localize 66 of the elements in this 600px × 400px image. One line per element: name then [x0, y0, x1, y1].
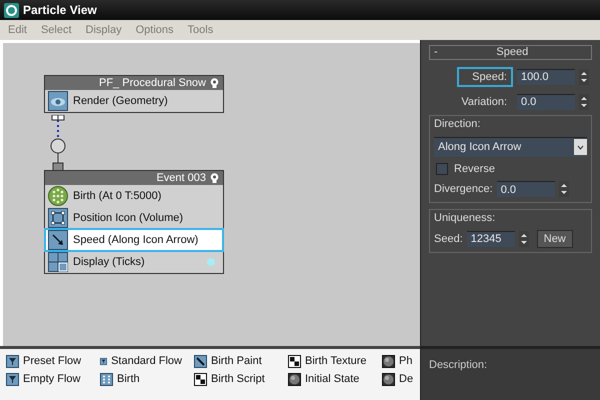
group-title: Uniqueness:: [434, 210, 496, 226]
depot-item[interactable]: Birth Paint: [194, 354, 276, 368]
funnel-icon: [6, 354, 19, 368]
number-field[interactable]: 0.0: [496, 181, 555, 198]
event-node[interactable]: Event 003 Birth (At 0 T:5000) Position Icon (Volume) Speed (Along Icon Arrow) Display (Ticks): [44, 170, 224, 274]
dotted-circle-icon: [48, 186, 68, 206]
operator-label: Render (Geometry): [73, 94, 169, 109]
field-label: Speed:: [457, 66, 513, 88]
direction-dropdown[interactable]: Along Icon Arrow: [434, 136, 587, 156]
sphere-icon: [288, 372, 301, 386]
reverse-checkbox[interactable]: [436, 162, 448, 175]
operator-item[interactable]: Speed (Along Icon Arrow): [45, 229, 223, 251]
funnel-icon: [6, 372, 19, 386]
operator-label: Birth (At 0 T:5000): [73, 188, 162, 204]
operator-label: Display (Ticks): [73, 254, 146, 270]
depot-item[interactable]: Birth Texture: [288, 354, 370, 368]
event-node[interactable]: PF_ Procedural Snow Render (Geometry): [44, 75, 224, 113]
depot-item[interactable]: Standard Flow: [100, 354, 182, 368]
eye-icon: [48, 91, 68, 111]
number-field[interactable]: 0.0: [517, 94, 575, 110]
number-field[interactable]: 12345: [466, 231, 515, 247]
event-title: PF_ Procedural Snow: [99, 78, 206, 88]
operator-label: Speed (Along Icon Arrow): [73, 232, 200, 248]
checker-icon: [194, 372, 207, 386]
event-title: Event 003: [156, 172, 206, 184]
checkbox-label: Reverse: [454, 162, 495, 176]
spinner-icon[interactable]: [579, 69, 589, 85]
dots-icon: [100, 372, 113, 386]
window-title: Particle View: [23, 2, 97, 19]
spinner-icon[interactable]: [558, 181, 569, 198]
square-icon: [48, 208, 68, 228]
checker-icon: [288, 354, 301, 368]
operator-label: Position Icon (Volume): [73, 210, 184, 226]
depot-item[interactable]: Preset Flow: [6, 354, 88, 368]
operator-item[interactable]: Render (Geometry): [45, 90, 223, 112]
spinner-icon[interactable]: [518, 231, 529, 247]
caret-icon: [574, 139, 587, 155]
description-label: Description:: [429, 359, 488, 371]
new-seed-button[interactable]: New: [536, 230, 573, 248]
operator-item[interactable]: Birth (At 0 T:5000): [45, 185, 223, 207]
depot-item[interactable]: Birth: [100, 372, 182, 386]
spinner-icon[interactable]: [579, 94, 589, 110]
depot-item[interactable]: Birth Script: [194, 372, 276, 386]
grid-icon: [48, 252, 68, 272]
wire-connector: [48, 115, 68, 171]
sphere-icon: [382, 372, 395, 386]
brush-icon: [194, 354, 207, 368]
depot-item[interactable]: Initial State: [288, 372, 370, 386]
operator-item[interactable]: Display (Ticks): [45, 251, 223, 273]
lightbulb-icon: [210, 78, 219, 88]
collapse-sign: -: [434, 45, 438, 60]
field-label: Seed:: [434, 232, 463, 247]
operator-item[interactable]: Position Icon (Volume): [45, 207, 223, 229]
number-field[interactable]: 100.0: [517, 69, 575, 85]
group-title: Direction:: [434, 117, 482, 132]
field-label: Variation:: [460, 94, 508, 110]
rollout-title: Speed: [495, 45, 530, 60]
lightbulb-icon: [210, 173, 219, 183]
sphere-icon: [382, 354, 395, 368]
particle-canvas[interactable]: PF_ Procedural Snow Render (Geometry) Event 003 Birth (At 0 T:5000) Position Icon (Volume) Speed (Along Icon Arrow) Display (Ticks): [0, 40, 420, 346]
field-label: Divergence:: [434, 182, 493, 197]
depot-item[interactable]: Ph: [382, 354, 420, 368]
depot-item[interactable]: Empty Flow: [6, 372, 88, 386]
depot-item[interactable]: De: [382, 372, 420, 386]
rollout-header[interactable]: - Speed: [429, 45, 592, 60]
app-logo-icon: [4, 2, 19, 18]
